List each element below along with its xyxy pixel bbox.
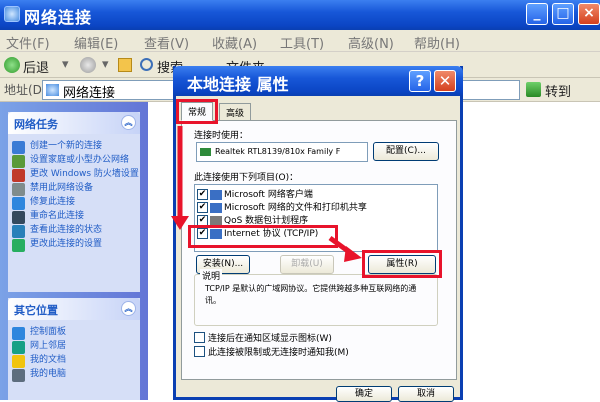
minimize-button[interactable]: _ xyxy=(526,3,548,25)
status-icon xyxy=(12,225,25,238)
menu-bar: 文件(F) 编辑(E) 查看(V) 收藏(A) 工具(T) 高级(N) 帮助(H… xyxy=(0,30,600,52)
network-task-item-label: 更改此连接的设置 xyxy=(30,239,103,249)
up-folder-icon[interactable] xyxy=(118,58,132,72)
help-button[interactable]: ? xyxy=(409,70,431,92)
network-connections-icon xyxy=(4,6,20,22)
other-places-panel: 其它位置 ︽ 控制面板网上邻居我的文档我的电脑 xyxy=(8,298,140,400)
annotation-arrows xyxy=(171,126,362,262)
other-place-item-2[interactable]: 我的文档 xyxy=(8,355,140,368)
network-task-item-3[interactable]: 禁用此网络设备 xyxy=(8,183,140,196)
tab-general[interactable]: 常规 xyxy=(181,102,214,121)
window-title: 网络连接 xyxy=(24,8,93,27)
search-icon xyxy=(140,58,153,71)
collapse-chevron-icon[interactable]: ︽ xyxy=(121,115,136,130)
right-arrow-head xyxy=(344,246,362,262)
network-task-item-1[interactable]: 设置家庭或小型办公网络 xyxy=(8,155,140,168)
highlight-properties-button xyxy=(362,250,442,278)
disable-icon xyxy=(12,183,25,196)
network-task-item-6[interactable]: 查看此连接的状态 xyxy=(8,225,140,238)
network-task-item-0[interactable]: 创建一个新的连接 xyxy=(8,141,140,154)
control-panel-icon xyxy=(12,327,25,340)
network-folder-icon xyxy=(46,84,59,96)
configure-button[interactable]: 配置(C)... xyxy=(373,142,439,161)
other-places-list: 控制面板网上邻居我的文档我的电脑 xyxy=(8,320,140,382)
description-title: 说明 xyxy=(200,269,223,282)
other-place-item-label: 控制面板 xyxy=(30,327,67,337)
network-tasks-panel: 网络任务 ︽ 创建一个新的连接设置家庭或小型办公网络 更改 Windows 防火墙… xyxy=(8,112,140,292)
description-text: TCP/IP 是默认的广域网协议。它提供跨越多种互联网络的通讯。 xyxy=(205,284,417,305)
my-computer-icon xyxy=(12,369,25,382)
menu-file[interactable]: 文件(F) xyxy=(6,33,50,52)
back-dropdown-icon[interactable]: ▾ xyxy=(62,57,69,72)
network-task-item-7[interactable]: 更改此连接的设置 xyxy=(8,239,140,252)
other-place-item-label: 网上邻居 xyxy=(30,341,67,351)
menu-favorites[interactable]: 收藏(A) xyxy=(212,33,257,52)
other-place-item-label: 我的电脑 xyxy=(30,369,67,379)
rename-icon xyxy=(12,211,25,224)
dialog-close-button[interactable]: ✕ xyxy=(434,70,456,92)
other-place-item-3[interactable]: 我的电脑 xyxy=(8,369,140,382)
collapse-chevron-icon[interactable]: ︽ xyxy=(121,301,136,316)
task-pane: 网络任务 ︽ 创建一个新的连接设置家庭或小型办公网络 更改 Windows 防火墙… xyxy=(0,102,148,400)
network-task-item-5[interactable]: 重命名此连接 xyxy=(8,211,140,224)
network-task-item-label: 禁用此网络设备 xyxy=(30,183,94,193)
window-title-bar: 网络连接 _ □ × xyxy=(0,0,600,30)
other-place-item-1[interactable]: 网上邻居 xyxy=(8,341,140,354)
notify-checkbox[interactable] xyxy=(194,346,205,357)
close-button[interactable]: × xyxy=(578,3,600,25)
back-button[interactable]: 后退 xyxy=(23,57,49,76)
repair-icon xyxy=(12,197,25,210)
network-task-item-4[interactable]: 修复此连接 xyxy=(8,197,140,210)
other-place-item-0[interactable]: 控制面板 xyxy=(8,327,140,340)
tab-advanced[interactable]: 高级 xyxy=(219,103,252,120)
dialog-title-bar: 本地连接 属性 ? ✕ xyxy=(173,66,463,96)
down-arrow-head xyxy=(171,216,189,230)
address-label: 地址(D) xyxy=(4,83,47,97)
network-places-icon xyxy=(12,341,25,354)
back-arrow-icon xyxy=(4,57,20,73)
network-task-item-label: 创建一个新的连接 xyxy=(30,141,103,151)
my-documents-icon xyxy=(12,355,25,368)
menu-edit[interactable]: 编辑(E) xyxy=(74,33,118,52)
network-task-item-label: 修复此连接 xyxy=(30,197,76,207)
menu-help[interactable]: 帮助(H) xyxy=(414,33,460,52)
dialog-title: 本地连接 属性 xyxy=(187,75,289,94)
network-tasks-list: 创建一个新的连接设置家庭或小型办公网络 更改 Windows 防火墙设置 禁用此网络… xyxy=(8,134,140,252)
other-place-item-label: 我的文档 xyxy=(30,355,67,365)
go-button[interactable]: 转到 xyxy=(545,81,571,100)
other-places-header[interactable]: 其它位置 ︽ xyxy=(8,298,140,320)
network-task-item-label: 设置家庭或小型办公网络 xyxy=(30,155,130,165)
menu-tools[interactable]: 工具(T) xyxy=(280,33,324,52)
new-connection-icon xyxy=(12,141,25,154)
settings-icon xyxy=(12,239,25,252)
show-icon-checkbox[interactable] xyxy=(194,332,205,343)
address-value: 网络连接 xyxy=(63,86,116,101)
description-group: TCP/IP 是默认的广域网协议。它提供跨越多种互联网络的通讯。 xyxy=(194,274,438,326)
network-task-item-label: 查看此连接的状态 xyxy=(30,225,103,235)
forward-dropdown-icon[interactable]: ▾ xyxy=(102,57,109,72)
notify-label: 此连接被限制或无连接时通知我(M) xyxy=(208,348,349,358)
network-task-item-label: 重命名此连接 xyxy=(30,211,85,221)
maximize-button[interactable]: □ xyxy=(552,3,574,25)
network-task-item-2[interactable]: 更改 Windows 防火墙设置 xyxy=(8,169,140,182)
network-tasks-header[interactable]: 网络任务 ︽ xyxy=(8,112,140,134)
network-tasks-title: 网络任务 xyxy=(14,118,58,131)
menu-advanced[interactable]: 高级(N) xyxy=(348,33,394,52)
menu-view[interactable]: 查看(V) xyxy=(144,33,189,52)
forward-arrow-icon[interactable] xyxy=(80,57,96,73)
firewall-icon xyxy=(12,169,25,182)
show-icon-label: 连接后在通知区域显示图标(W) xyxy=(208,334,332,344)
other-places-title: 其它位置 xyxy=(14,304,58,317)
go-arrow-icon xyxy=(526,82,541,97)
network-task-item-label: 更改 Windows 防火墙设置 xyxy=(30,169,139,179)
home-network-icon xyxy=(12,155,25,168)
